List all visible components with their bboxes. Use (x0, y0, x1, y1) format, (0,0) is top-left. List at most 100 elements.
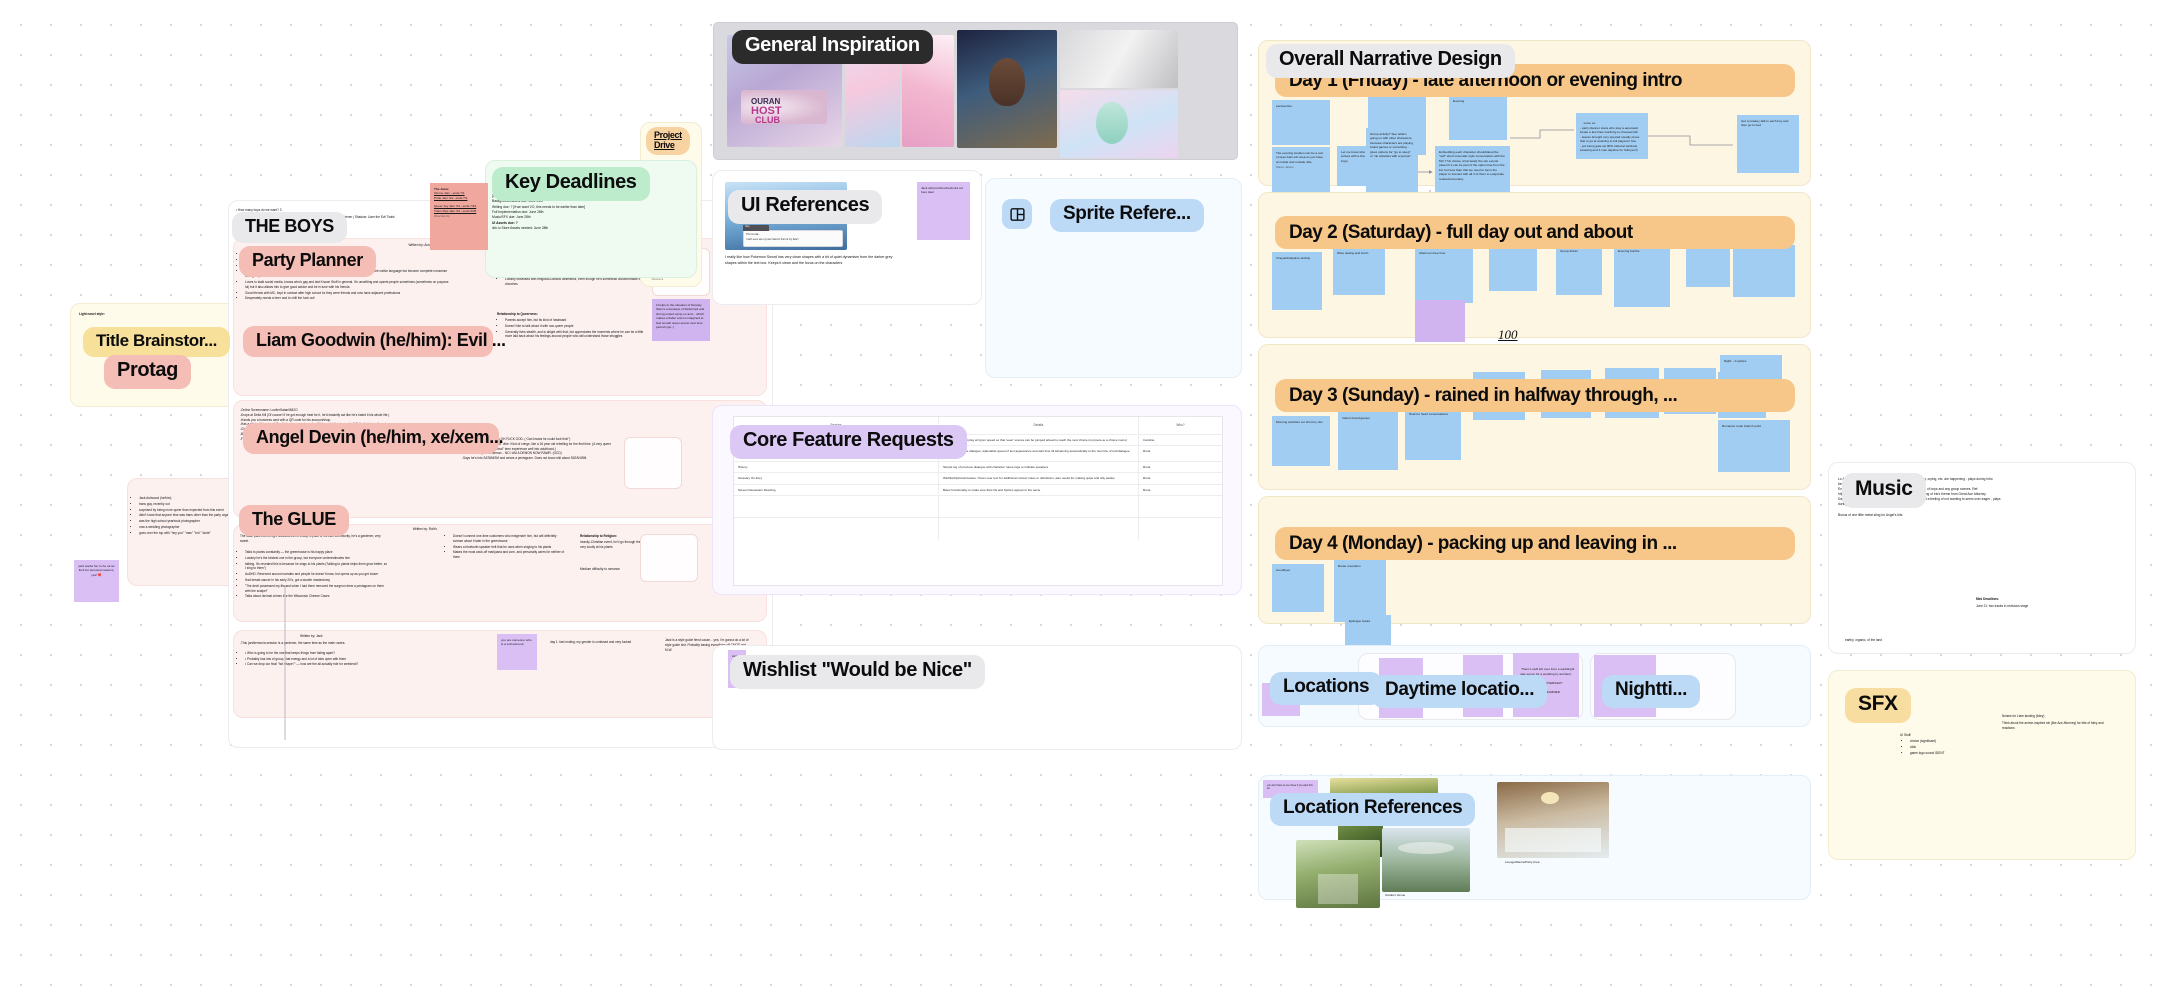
pill-project-drive[interactable]: Project Drive (646, 127, 690, 156)
ui-ref-dialogue-2: I can't even use my own hand in front of… (746, 238, 799, 241)
sticky-footer: Wheel Jam tiny (434, 216, 450, 219)
line: -Says he's into SATANISM and wears a pen… (462, 456, 588, 461)
sticky-day2[interactable]: Evening bonfire (1614, 245, 1670, 307)
pill-sfx[interactable]: SFX (1845, 688, 1911, 723)
sticky-day4[interactable]: Goodbyes (1272, 564, 1324, 612)
sticky-day1-bed[interactable]: Get to lowkey talk to each boy and then … (1737, 115, 1799, 173)
table-row[interactable]: Glossary On-line] Wishlist/Optional feat… (734, 473, 1222, 485)
sticky-day2[interactable] (1733, 245, 1795, 297)
pill-locations[interactable]: Locations (1270, 672, 1383, 705)
pill-general-inspiration[interactable]: General Inspiration (732, 30, 933, 64)
pill-ui-references[interactable]: UI References (728, 190, 883, 224)
pill-overall-narrative-design[interactable]: Overall Narrative Design (1266, 44, 1515, 78)
location-ref-image-tent-dinner[interactable] (1382, 828, 1470, 892)
bullet: Makes the most cash-off marijuana and co… (453, 550, 566, 560)
table-row[interactable] (734, 496, 1222, 519)
sticky-text: Group activity? See what's going on with… (1370, 132, 1413, 159)
pill-daytime-locations[interactable]: Daytime locatio... (1372, 675, 1548, 708)
sticky-text: Romance route branch point (1722, 424, 1762, 428)
sticky-day2-lilac[interactable] (1415, 300, 1465, 342)
pill-liam-goodwin[interactable]: Liam Goodwin (he/him): Evil ... (243, 326, 506, 358)
inspiration-tile-manga-bw[interactable] (1060, 30, 1178, 88)
pill-title-brainstorm[interactable]: Title Brainstor... (83, 327, 230, 358)
pill-protag[interactable]: Protag (104, 355, 191, 389)
sticky-day3[interactable]: Heart to heart conversations (1405, 408, 1461, 460)
sticky-day3[interactable]: Indoor board games (1338, 412, 1398, 470)
pill-wishlist[interactable]: Wishlist "Would be Nice" (730, 655, 985, 689)
pill-the-glue[interactable]: The GLUE (239, 505, 349, 537)
angel-blank-box[interactable] (640, 534, 698, 582)
party-planner-queerness-bullets: Parents accept him, but its kind of /awk… (500, 318, 648, 340)
sticky-day2[interactable]: Group dinner (1556, 245, 1602, 295)
sticky-day2[interactable]: Vineyard/daytime activity (1272, 252, 1322, 310)
bullet: Talks about /animal crimes like the Wisc… (245, 594, 388, 599)
sfx-ui-stuff-label: UI Stuff: (1900, 733, 1912, 737)
pill-key-deadlines[interactable]: Key Deadlines (492, 167, 650, 201)
bullet: • Can we drop our final "hot shape?" — h… (245, 662, 490, 667)
banner-day-3[interactable]: Day 3 (Sunday) - rained in halfway throu… (1275, 379, 1795, 412)
table-row[interactable] (734, 518, 1222, 541)
sticky-day2[interactable] (1686, 245, 1730, 287)
angel-mid-bullets: Doesn't connect one-time customers who m… (448, 534, 566, 561)
banner-day-2[interactable]: Day 2 (Saturday) - full day out and abou… (1275, 216, 1795, 249)
sticky-day1-examples[interactable]: some ex: - party planner stans who stay … (1576, 113, 1648, 159)
cell-details (939, 496, 1140, 518)
bullet: Talks to plants constantly — the greenho… (245, 550, 388, 555)
sticky-the-glue-note[interactable]: you are someone who is a soft element (497, 634, 537, 670)
project-drive-footer: ...Resource (650, 278, 664, 281)
sticky-text: it helps to the situation of Norway ther… (656, 303, 705, 330)
sticky-text: Get to lowkey talk to each boy and then … (1741, 119, 1789, 128)
pill-sprite-references[interactable]: Sprite Refere... (1050, 199, 1204, 232)
banner-day-4[interactable]: Day 4 (Monday) - packing up and leaving … (1275, 527, 1795, 560)
inspiration-tile-shoujo[interactable] (1060, 90, 1178, 158)
sticky-text: Goodbyes (1276, 568, 1291, 572)
pill-music[interactable]: Music (1842, 473, 1926, 508)
table-row[interactable]: History Simple log of previous dialogue … (734, 461, 1222, 474)
pill-the-boys[interactable]: THE BOYS (232, 212, 347, 244)
pill-angel-devin[interactable]: Angel Devin (he/him, xe/xem... (243, 423, 503, 455)
sticky-day2[interactable]: Wine tasting and lunch (1333, 247, 1385, 295)
sticky-text: Embedding each character should/describe… (1439, 150, 1505, 181)
sticky-the-jams[interactable]: The Jams: Otome Jam - ends 7/1 Pride Jam… (430, 183, 488, 250)
sticky-text: Night: ~3 sprites (1724, 359, 1747, 363)
pill-nighttime-locations[interactable]: Nightti... (1602, 675, 1700, 708)
cell-who: Runa (1143, 476, 1151, 481)
bullet: Loves to stalk social media, knows who's… (245, 280, 450, 290)
sticky-day1-evening[interactable]: Evening (1449, 95, 1507, 140)
bullet: Doesn't like to talk about it with non-q… (505, 324, 648, 329)
table-row[interactable]: Screen Resolution Resizing Basic functio… (734, 484, 1222, 497)
bullet: • Probably has lots of group chat energy… (245, 657, 490, 662)
sticky-text: Jack will put Ricochet/extra ref here la… (921, 186, 963, 195)
bullet: Lowkey obsessed with religious/Catholic … (505, 277, 648, 287)
cell-details: Ability to have text play at hyper speed… (939, 434, 1140, 446)
location-ref-image-outdoor-venue[interactable] (1296, 840, 1380, 908)
sticky-day1[interactable]: perspective. (1272, 100, 1330, 145)
caption-lounge-party-area: Lounge/Dance/Party Area (1505, 860, 1540, 864)
sticky-day2[interactable] (1489, 247, 1537, 291)
the-glue-right-note-1: day 1. fast ending: my gender is confuse… (550, 640, 632, 644)
pill-party-planner[interactable]: Party Planner (239, 246, 376, 278)
sticky-party-planner-note[interactable]: it helps to the situation of Norway ther… (652, 299, 710, 341)
ui-ref-label: Hey (745, 225, 750, 228)
col-who: Who? (1176, 423, 1185, 427)
bullet: choice (significant) (1910, 739, 1995, 744)
location-ref-image-lounge-party[interactable] (1497, 782, 1609, 858)
sticky-protag-note[interactable]: jack wants her to be ok as fuck for pers… (74, 560, 119, 602)
bullet: Good friends with MC, kept in contact af… (245, 291, 450, 296)
sticky-day3[interactable]: Morning activities cut short by rain (1272, 416, 1330, 466)
sticky-day3[interactable]: Night: ~3 sprites (1720, 355, 1782, 381)
layout-panel-icon[interactable] (1002, 199, 1032, 229)
sticky-text: Evening (1453, 99, 1465, 103)
sticky-text: jack wants her to be ok as fuck for pers… (78, 564, 115, 577)
whiteboard-canvas[interactable]: Light novel style: Title Brainstor... Ja… (0, 0, 2158, 992)
liam-blank-box[interactable] (624, 437, 682, 489)
sticky-text: Wine tasting and lunch (1337, 251, 1369, 255)
sticky-ui-reference-note[interactable]: Jack will put Ricochet/extra ref here la… (917, 182, 970, 240)
pill-location-references[interactable]: Location References (1270, 793, 1476, 826)
pill-core-feature-requests[interactable]: Core Feature Requests (730, 425, 967, 459)
sticky-day4[interactable]: Route resolution (1334, 560, 1386, 622)
sticky-day2[interactable]: Afternoon free time (1415, 247, 1473, 303)
sticky-day3[interactable]: Romance route branch point (1718, 420, 1790, 472)
inspiration-tile-witch[interactable] (957, 30, 1057, 148)
sticky-text: Let me know who arrives with a few boys. (1341, 150, 1366, 163)
